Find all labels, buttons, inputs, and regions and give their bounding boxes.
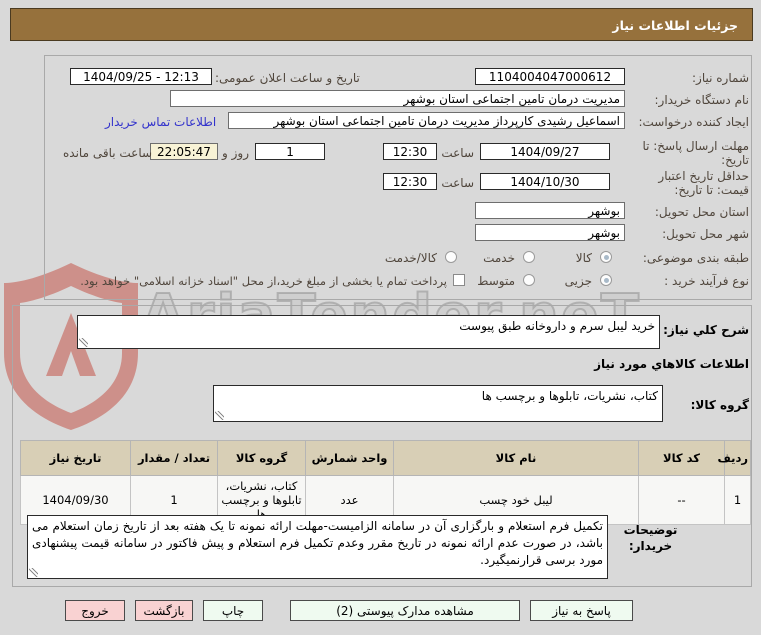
col-goods-code: کد کالا: [638, 440, 725, 476]
remaining-hours-label: ساعت باقی مانده: [63, 146, 153, 160]
col-count-unit: واحد شمارش: [305, 440, 394, 476]
col-goods-name: نام کالا: [393, 440, 639, 476]
process-type-option-minor: جزیی: [564, 274, 592, 288]
remaining-days-label: روز و: [222, 146, 249, 160]
request-creator-label: ایجاد کننده درخواست:: [638, 115, 749, 129]
buyer-org-input[interactable]: مدیریت درمان تامین اجتماعی استان بوشهر: [170, 90, 625, 107]
price-validity-time-input[interactable]: 12:30: [383, 173, 437, 190]
subject-class-option-service: خدمت: [483, 251, 515, 265]
page-title: جزئیات اطلاعات نیاز: [10, 8, 753, 41]
resize-grip-icon: [79, 338, 88, 347]
resize-grip-icon: [215, 411, 224, 420]
subject-class-label: طبقه بندی موضوعی:: [642, 251, 749, 265]
subject-class-radio-goods-service[interactable]: [445, 251, 457, 263]
subject-class-option-goods-service: کالا/خدمت: [384, 251, 437, 265]
treasury-payment-checkbox[interactable]: [453, 274, 465, 286]
announce-datetime-label: تاریخ و ساعت اعلان عمومی:: [215, 71, 360, 85]
delivery-city-input[interactable]: بوشهر: [475, 224, 625, 241]
delivery-city-label: شهر محل تحویل:: [662, 227, 749, 241]
buyer-org-label: نام دستگاه خریدار:: [654, 93, 750, 107]
process-type-label: نوع فرآیند خرید :: [664, 274, 749, 288]
announce-datetime-input[interactable]: 1404/09/25 - 12:13: [70, 68, 212, 85]
view-attached-docs-button[interactable]: مشاهده مدارک پیوستی (2): [290, 600, 520, 621]
need-number-input[interactable]: 1104004047000612: [475, 68, 625, 85]
col-row-number: ردیف: [717, 440, 751, 476]
price-validity-date-input[interactable]: 1404/10/30: [480, 173, 610, 190]
resize-grip-icon: [29, 568, 38, 577]
need-details-screen: AriaTender.neT جزئیات اطلاعات نیاز شماره…: [0, 0, 761, 635]
cell-goods-code: --: [638, 475, 725, 525]
buyer-notes-text: تکمیل فرم استعلام و بارگزاری آن در سامان…: [32, 519, 603, 567]
reply-deadline-time-input[interactable]: 12:30: [383, 143, 437, 160]
delivery-province-label: استان محل تحویل:: [654, 205, 749, 219]
print-button[interactable]: چاپ: [203, 600, 263, 621]
goods-table-header-row: ردیف کد کالا نام کالا واحد شمارش گروه کا…: [20, 440, 751, 476]
price-validity-label: حداقل تاریخ اعتبار قیمت: تا تاریخ:: [658, 169, 749, 197]
goods-group-text: کتاب، نشریات، تابلوها و برچسب ها: [481, 389, 658, 403]
subject-class-option-goods: کالا: [575, 251, 592, 265]
price-validity-hour-label: ساعت: [441, 176, 474, 190]
goods-section-title: اطلاعات کالاهاي مورد نیاز: [594, 357, 749, 371]
subject-class-radio-service[interactable]: [523, 251, 535, 263]
col-need-date: تاریخ نیاز: [20, 440, 131, 476]
need-desc-label: شرح کلي نیاز:: [663, 323, 749, 337]
goods-group-label: گروه کالا:: [690, 398, 749, 412]
reply-deadline-hour-label: ساعت: [441, 146, 474, 160]
subject-class-radio-goods[interactable]: [600, 251, 612, 263]
buyer-notes-label: توضیحات خریدار:: [623, 523, 678, 553]
treasury-payment-label: پرداخت تمام یا بخشی از مبلغ خرید،از محل …: [80, 274, 447, 288]
remaining-days-value: 1: [255, 143, 325, 160]
process-type-option-medium: متوسط: [477, 274, 515, 288]
back-button[interactable]: بازگشت: [135, 600, 193, 621]
cell-row-number: 1: [724, 475, 751, 525]
exit-button[interactable]: خروج: [65, 600, 125, 621]
reply-to-need-button[interactable]: پاسخ به نیاز: [530, 600, 633, 621]
process-type-radio-medium[interactable]: [523, 274, 535, 286]
col-goods-group: گروه کالا: [217, 440, 306, 476]
goods-table: ردیف کد کالا نام کالا واحد شمارش گروه کا…: [20, 440, 751, 525]
request-creator-input[interactable]: اسماعیل رشیدی کارپرداز مدیریت درمان تامی…: [228, 112, 625, 129]
need-number-label: شماره نیاز:: [692, 71, 749, 85]
col-quantity: تعداد / مقدار: [130, 440, 218, 476]
reply-deadline-date-input[interactable]: 1404/09/27: [480, 143, 610, 160]
goods-group-textarea[interactable]: کتاب، نشریات، تابلوها و برچسب ها: [213, 385, 663, 422]
need-desc-textarea[interactable]: خرید لیبل سرم و داروخانه طبق پیوست: [77, 315, 660, 349]
reply-deadline-label: مهلت ارسال پاسخ: تا تاریخ:: [642, 139, 749, 167]
delivery-province-input[interactable]: بوشهر: [475, 202, 625, 219]
need-desc-text: خرید لیبل سرم و داروخانه طبق پیوست: [459, 319, 655, 333]
buyer-notes-textarea[interactable]: تکمیل فرم استعلام و بارگزاری آن در سامان…: [27, 515, 608, 579]
buyer-contact-link[interactable]: اطلاعات تماس خریدار: [105, 115, 216, 129]
process-type-radio-minor[interactable]: [600, 274, 612, 286]
remaining-time-value: 22:05:47: [150, 143, 218, 160]
